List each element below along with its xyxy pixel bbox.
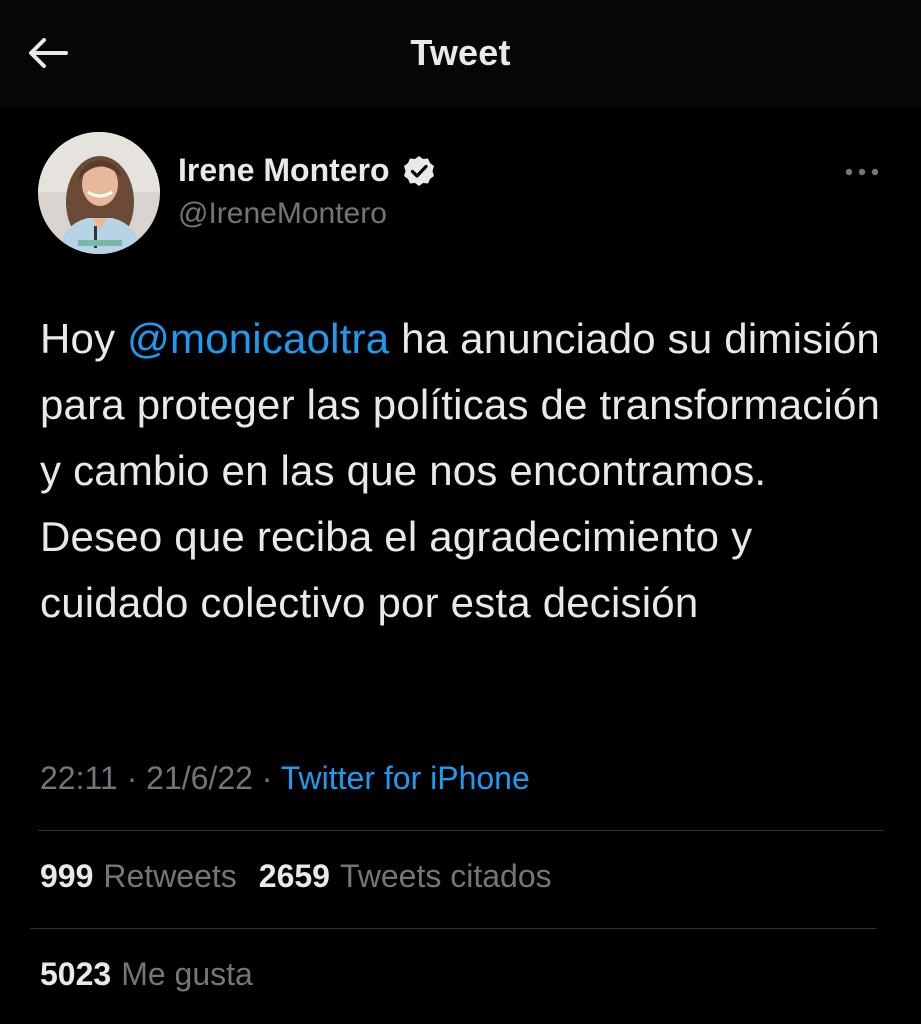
likes-label: Me gusta bbox=[121, 956, 253, 992]
divider bbox=[38, 830, 884, 831]
likes-stat[interactable]: 5023 Me gusta bbox=[40, 956, 253, 993]
tweet-meta: 22:11 · 21/6/22 · Twitter for iPhone bbox=[40, 760, 530, 797]
avatar[interactable] bbox=[38, 132, 160, 254]
divider bbox=[30, 928, 876, 929]
author-name[interactable]: Irene Montero bbox=[178, 152, 436, 189]
top-bar: Tweet bbox=[0, 0, 921, 108]
tweet-time: 22:11 bbox=[40, 760, 118, 796]
more-horizontal-icon bbox=[845, 168, 879, 176]
quote-tweets-stat[interactable]: 2659 Tweets citados bbox=[259, 858, 552, 895]
tweet-source-link[interactable]: Twitter for iPhone bbox=[281, 760, 530, 796]
author-handle[interactable]: @IreneMontero bbox=[178, 197, 387, 231]
mention-link[interactable]: @monicaoltra bbox=[127, 315, 389, 362]
verified-badge-icon bbox=[402, 154, 436, 188]
tweet-text-start: Hoy bbox=[40, 315, 128, 362]
likes-count: 5023 bbox=[40, 956, 112, 992]
tweet-text: Hoy @monicaoltra ha anunciado su dimisió… bbox=[40, 306, 900, 636]
meta-separator: · bbox=[252, 760, 281, 796]
more-options-button[interactable] bbox=[836, 152, 888, 192]
likes-stats-row: 5023 Me gusta bbox=[40, 956, 275, 993]
page-title: Tweet bbox=[410, 32, 511, 73]
author-name-text: Irene Montero bbox=[178, 152, 390, 188]
meta-separator: · bbox=[117, 760, 147, 796]
retweets-stat[interactable]: 999 Retweets bbox=[40, 858, 237, 895]
profile-photo bbox=[38, 132, 160, 254]
tweet-date: 21/6/22 bbox=[146, 760, 253, 796]
retweets-count: 999 bbox=[40, 858, 94, 894]
retweets-label: Retweets bbox=[103, 858, 237, 894]
quote-tweets-label: Tweets citados bbox=[339, 858, 552, 894]
quote-tweets-count: 2659 bbox=[258, 858, 330, 894]
retweet-stats-row: 999 Retweets 2659 Tweets citados bbox=[40, 858, 574, 895]
